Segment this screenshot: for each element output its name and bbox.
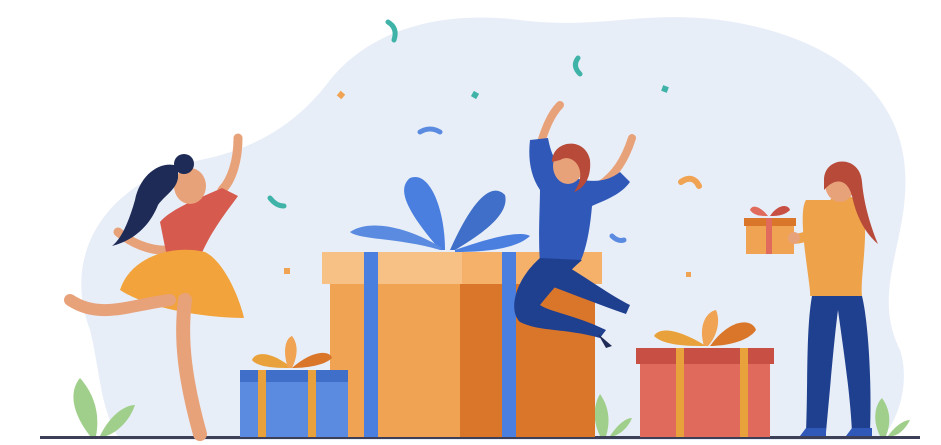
illustration-scene: [0, 0, 941, 445]
celebration-illustration: [40, 17, 920, 441]
